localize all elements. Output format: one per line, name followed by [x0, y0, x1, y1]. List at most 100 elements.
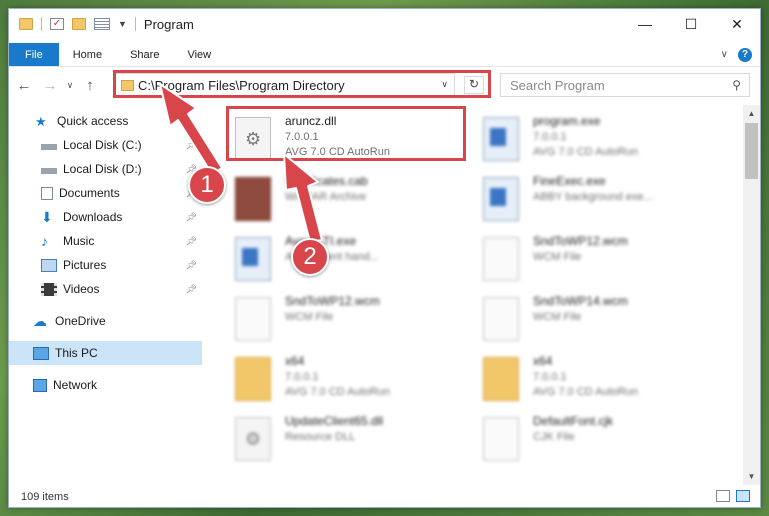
- file-item[interactable]: FineExec.exe ABBY background exe...: [477, 171, 717, 229]
- search-placeholder: Search Program: [510, 77, 605, 93]
- sidebar-item-local-disk-c[interactable]: Local Disk (C:) 📌︎: [9, 133, 202, 157]
- file-name: Certificates.cab: [285, 174, 368, 188]
- file-description: AVG 7.0 CD AutoRun: [533, 146, 638, 158]
- large-icons-view-icon[interactable]: [736, 490, 750, 502]
- download-icon: ⬇: [41, 208, 53, 225]
- vertical-scrollbar[interactable]: ▲ ▼: [743, 105, 760, 485]
- toolbar-divider: [41, 17, 42, 31]
- blank-file-icon: [483, 417, 519, 461]
- sidebar-item-label: Documents: [59, 186, 120, 200]
- sidebar-item-pictures[interactable]: Pictures 📌︎: [9, 253, 202, 277]
- file-version: 7.0.0.1: [533, 131, 567, 143]
- pin-icon[interactable]: 📌︎: [186, 260, 197, 271]
- properties-check-icon[interactable]: ✓: [50, 18, 64, 30]
- sidebar-item-this-pc[interactable]: This PC: [9, 341, 202, 365]
- sidebar-item-label: OneDrive: [55, 314, 106, 328]
- pin-icon[interactable]: 📌︎: [186, 212, 197, 223]
- file-name: program.exe: [533, 114, 601, 128]
- step-2-badge: 2: [291, 238, 329, 276]
- file-name: x64: [533, 354, 553, 368]
- cloud-icon: ☁: [33, 312, 47, 329]
- sidebar-item-label: Network: [53, 378, 98, 392]
- file-item[interactable]: ⚙ UpdateClient65.dll Resource DLL: [229, 411, 469, 469]
- help-icon[interactable]: ?: [738, 47, 752, 62]
- toolbar-divider: [134, 17, 136, 31]
- status-bar: 109 items: [9, 487, 760, 507]
- videos-icon: [41, 282, 57, 296]
- window-controls: — ☐ ✕: [622, 9, 760, 39]
- folder-icon[interactable]: [19, 18, 33, 30]
- tab-share[interactable]: Share: [116, 43, 173, 66]
- file-item[interactable]: SndToWP12.wcm WCM File: [477, 231, 717, 289]
- file-type: Resource DLL: [285, 431, 356, 443]
- forward-arrow-icon[interactable]: →: [37, 77, 63, 94]
- file-name: DefaultFont.cjk: [533, 414, 614, 428]
- customize-toolbar-dropdown-icon[interactable]: ▼: [118, 19, 127, 29]
- minimize-button[interactable]: —: [622, 9, 668, 39]
- file-item[interactable]: SndToWP14.wcm WCM File: [477, 291, 717, 349]
- sidebar-item-network[interactable]: Network: [9, 373, 202, 397]
- view-switcher: [716, 490, 750, 502]
- sidebar-item-local-disk-d[interactable]: Local Disk (D:) 📌︎: [9, 157, 202, 181]
- pin-icon[interactable]: 📌︎: [186, 140, 197, 151]
- file-item[interactable]: DefaultFont.cjk CJK File: [477, 411, 717, 469]
- file-version: 7.0.0.1: [285, 371, 319, 383]
- pin-icon[interactable]: 📌︎: [186, 284, 197, 295]
- tab-view[interactable]: View: [173, 43, 225, 66]
- new-folder-icon[interactable]: [72, 18, 86, 30]
- file-name: SndToWP14.wcm: [533, 294, 628, 308]
- network-icon: [33, 378, 47, 392]
- address-bar-highlight: [113, 70, 491, 98]
- scrollbar-thumb[interactable]: [745, 123, 758, 179]
- blank-file-icon: [483, 237, 519, 281]
- dll-file-icon: ⚙: [235, 417, 271, 461]
- search-icon[interactable]: ⚲: [732, 78, 741, 92]
- sidebar-item-label: Quick access: [57, 114, 129, 128]
- tab-home[interactable]: Home: [59, 43, 116, 66]
- file-item[interactable]: program.exe 7.0.0.1 AVG 7.0 CD AutoRun: [477, 111, 717, 169]
- sidebar-item-label: Local Disk (D:): [63, 162, 142, 176]
- search-input[interactable]: Search Program ⚲: [500, 73, 750, 97]
- sidebar-item-music[interactable]: ♪ Music 📌︎: [9, 229, 202, 253]
- sidebar-item-videos[interactable]: Videos 📌︎: [9, 277, 202, 301]
- file-type: WCM File: [285, 311, 334, 323]
- exe-file-icon: [483, 117, 519, 161]
- up-arrow-icon[interactable]: ↑: [77, 77, 103, 94]
- recent-locations-dropdown-icon[interactable]: ∨: [63, 80, 77, 91]
- file-item[interactable]: AvastSTI.exe Avast event hand...: [229, 231, 469, 289]
- sidebar-item-label: This PC: [55, 346, 98, 360]
- file-item[interactable]: x64 7.0.0.1 AVG 7.0 CD AutoRun: [477, 351, 717, 409]
- file-item[interactable]: Certificates.cab WinRAR Archive: [229, 171, 469, 229]
- close-button[interactable]: ✕: [714, 9, 760, 39]
- file-name: FineExec.exe: [533, 174, 606, 188]
- item-count: 109 items: [21, 491, 69, 503]
- sidebar-item-onedrive[interactable]: ☁ OneDrive: [9, 309, 202, 333]
- maximize-button[interactable]: ☐: [668, 9, 714, 39]
- drive-icon: [41, 144, 57, 150]
- details-view-icon[interactable]: [716, 490, 730, 502]
- step-1-badge: 1: [188, 166, 226, 204]
- file-item[interactable]: x64 7.0.0.1 AVG 7.0 CD AutoRun: [229, 351, 469, 409]
- file-name: SndToWP12.wcm: [285, 294, 380, 308]
- pin-icon[interactable]: 📌︎: [186, 236, 197, 247]
- cab-file-icon: [235, 177, 271, 221]
- sidebar-item-quick-access[interactable]: ★ Quick access: [9, 109, 202, 133]
- scroll-up-icon[interactable]: ▲: [743, 105, 760, 122]
- window-title: Program: [143, 16, 194, 32]
- sidebar-item-label: Downloads: [63, 210, 123, 224]
- sidebar-item-label: Pictures: [63, 258, 107, 272]
- file-item[interactable]: SndToWP12.wcm WCM File: [229, 291, 469, 349]
- file-name: UpdateClient65.dll: [285, 414, 384, 428]
- properties-icon[interactable]: [94, 18, 110, 30]
- scroll-down-icon[interactable]: ▼: [743, 468, 760, 485]
- pc-icon: [33, 346, 49, 360]
- exe-file-icon: [483, 177, 519, 221]
- gear-icon: ⚙: [245, 429, 262, 449]
- expand-ribbon-chevron-icon[interactable]: ∨: [721, 49, 728, 60]
- back-arrow-icon[interactable]: ←: [11, 77, 37, 94]
- sidebar-item-documents[interactable]: Documents 📌︎: [9, 181, 202, 205]
- folder-icon: [235, 357, 271, 401]
- file-type: WinRAR Archive: [285, 191, 367, 203]
- sidebar-item-downloads[interactable]: ⬇ Downloads 📌︎: [9, 205, 202, 229]
- tab-file[interactable]: File: [9, 43, 59, 66]
